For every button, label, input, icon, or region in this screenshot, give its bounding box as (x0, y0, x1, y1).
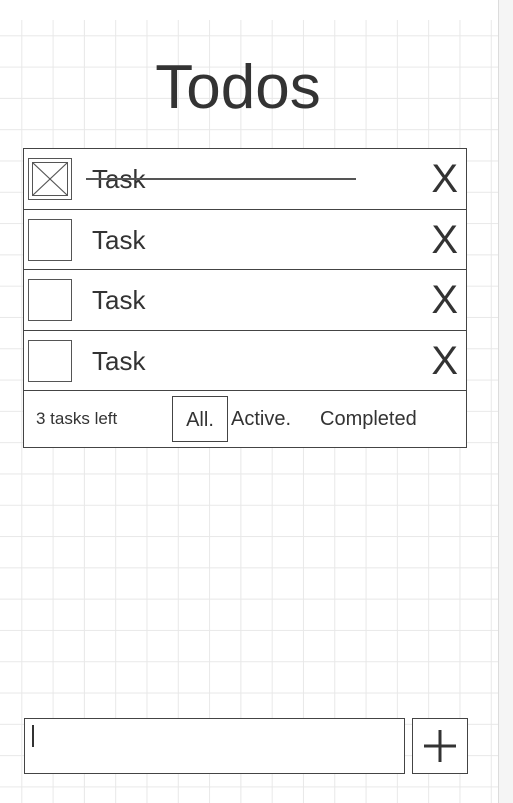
task-label[interactable]: Task (92, 270, 145, 330)
task-label[interactable]: Task (92, 331, 145, 391)
task-checkbox-checked[interactable] (28, 158, 72, 200)
list-footer: 3 tasks left All. Active. Completed (24, 391, 466, 447)
task-checkbox[interactable] (28, 279, 72, 321)
filter-all-button[interactable]: All. (172, 396, 228, 442)
todo-row: Task X (24, 331, 466, 391)
new-task-input[interactable] (24, 718, 405, 774)
delete-task-button[interactable]: X (431, 210, 458, 270)
todo-list: Task X Task X Task X Task X 3 tasks left… (23, 148, 467, 448)
text-caret (32, 725, 34, 747)
tasks-left-count: 3 tasks left (36, 409, 118, 428)
todo-row: Task X (24, 210, 466, 270)
task-checkbox[interactable] (28, 339, 72, 382)
delete-task-button[interactable]: X (431, 270, 458, 330)
todo-row: Task X (24, 149, 466, 210)
todo-row: Task X (24, 270, 466, 331)
right-scroll-edge (498, 0, 513, 803)
page-title: Todos (155, 53, 321, 122)
task-label[interactable]: Task (85, 149, 359, 209)
delete-task-button[interactable]: X (431, 149, 458, 209)
filter-completed-button[interactable]: Completed (320, 396, 417, 442)
filter-active-button[interactable]: Active. (231, 396, 291, 442)
task-checkbox[interactable] (28, 218, 72, 261)
plus-icon (424, 730, 456, 762)
task-label[interactable]: Task (92, 210, 145, 270)
add-task-button[interactable] (412, 718, 468, 774)
checkbox-checked-icon (32, 162, 68, 196)
delete-task-button[interactable]: X (431, 331, 458, 391)
top-margin (0, 0, 498, 20)
